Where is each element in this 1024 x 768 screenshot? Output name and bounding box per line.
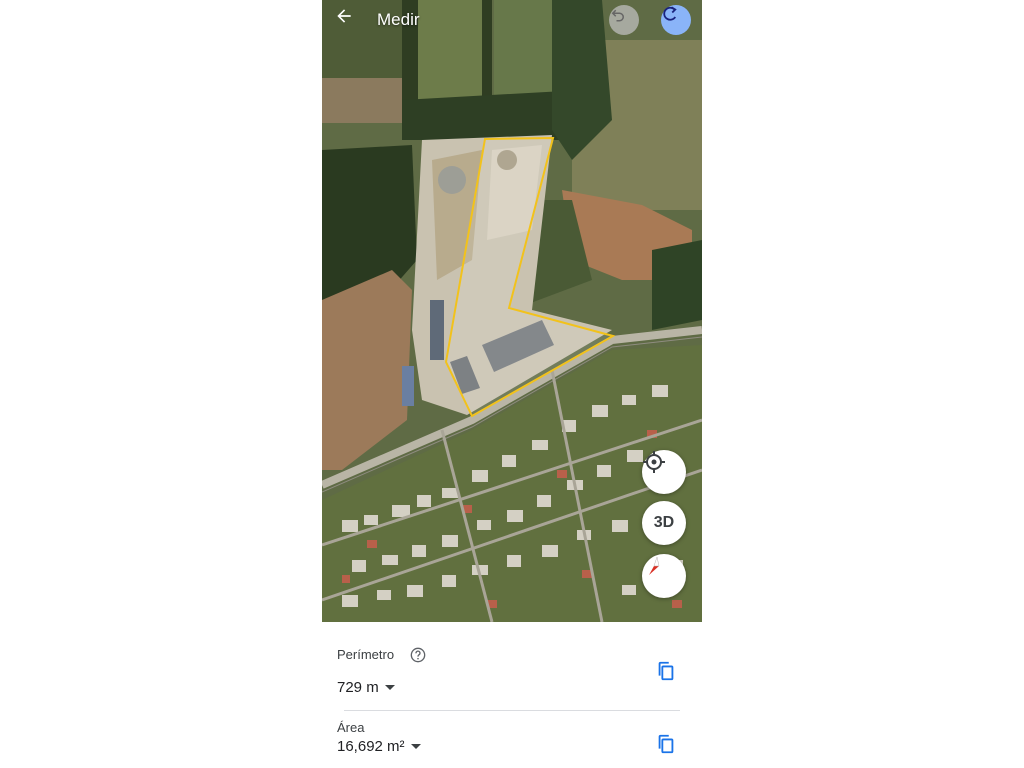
help-button[interactable] [410, 647, 426, 668]
top-app-bar: Medir [322, 0, 702, 42]
redo-button[interactable] [661, 5, 691, 35]
copy-icon [658, 661, 674, 681]
compass-button[interactable] [642, 554, 686, 598]
page-title: Medir [377, 10, 420, 29]
app-screen: Medir 3D Perímetro 729 m Área 16,692 m² [322, 0, 702, 768]
back-button[interactable] [334, 6, 362, 34]
undo-icon [611, 9, 624, 22]
area-value: 16,692 m² [337, 738, 405, 755]
satellite-map[interactable]: Medir 3D [322, 0, 702, 622]
divider [344, 710, 680, 711]
measurement-panel: Perímetro 729 m Área 16,692 m² [322, 622, 702, 768]
copy-icon [658, 734, 674, 754]
3d-toggle-button[interactable]: 3D [642, 501, 686, 545]
help-circle-icon [410, 647, 426, 663]
arrow-back-icon [337, 9, 351, 23]
undo-button[interactable] [609, 5, 639, 35]
copy-perimeter-button[interactable] [655, 660, 677, 682]
compass-icon [649, 556, 660, 575]
redo-icon [663, 6, 677, 21]
chevron-down-icon [384, 685, 395, 690]
my-location-icon [643, 451, 665, 473]
area-unit-select[interactable]: 16,692 m² [337, 738, 421, 755]
copy-area-button[interactable] [655, 733, 677, 755]
perimeter-unit-select[interactable]: 729 m [337, 679, 395, 696]
perimeter-value: 729 m [337, 679, 379, 696]
chevron-down-icon [410, 744, 421, 749]
area-label: Área [337, 720, 365, 735]
perimeter-label: Perímetro [337, 647, 395, 662]
my-location-button[interactable] [642, 450, 686, 494]
